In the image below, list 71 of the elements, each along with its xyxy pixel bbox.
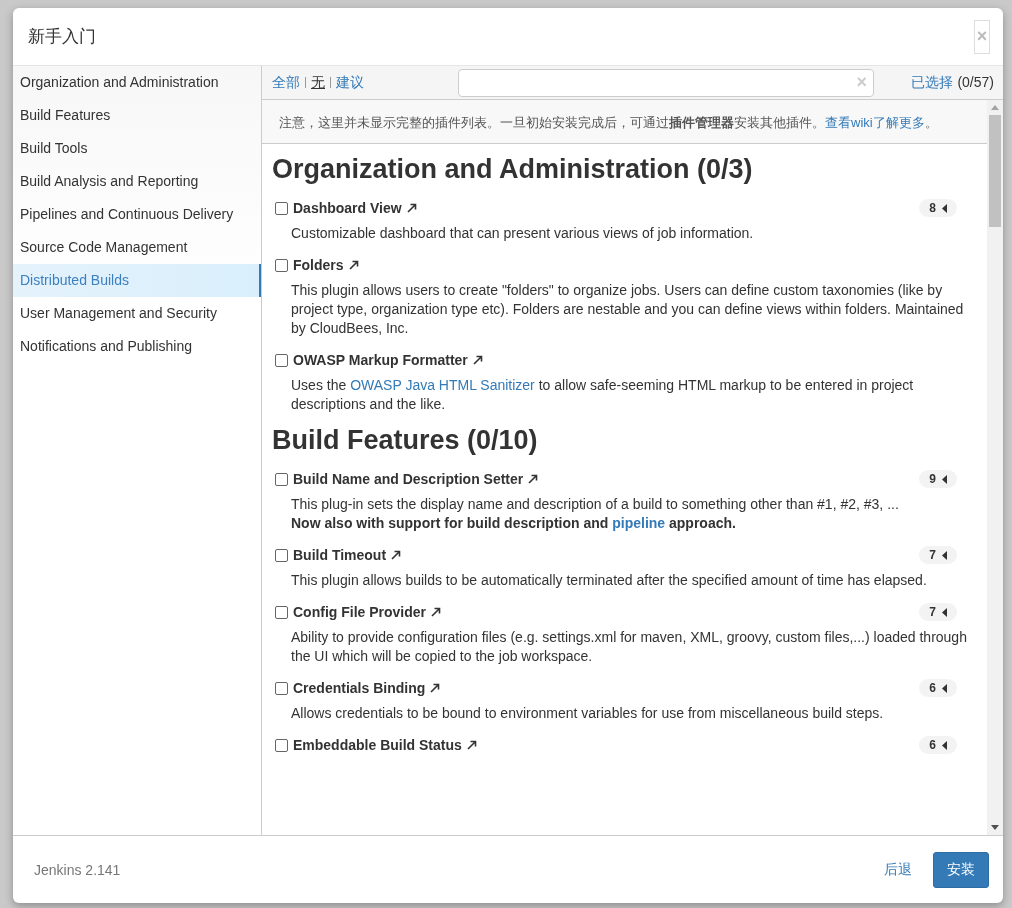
- caret-icon: [942, 203, 948, 213]
- sidebar-item[interactable]: User Management and Security: [13, 297, 261, 330]
- dependency-badge[interactable]: 8: [919, 199, 957, 217]
- dependency-badge[interactable]: 6: [919, 736, 957, 754]
- external-link-icon[interactable]: [348, 260, 359, 270]
- version-label: Jenkins 2.141: [34, 861, 121, 878]
- section-heading: Build Features (0/10): [272, 425, 539, 456]
- plugin-description: Allows credentials to be bound to environment variables for use from miscellaneous build steps.: [291, 704, 885, 723]
- dependency-badge[interactable]: 9: [919, 470, 957, 488]
- plugin-checkbox[interactable]: [275, 548, 288, 562]
- selected-count: (0/57): [957, 73, 994, 90]
- external-link-icon[interactable]: [431, 607, 441, 617]
- scroll-down-icon[interactable]: [991, 825, 999, 830]
- sidebar-item[interactable]: Notifications and Publishing: [13, 330, 261, 363]
- plugin-name[interactable]: OWASP Markup Formatter: [293, 352, 468, 368]
- dialog-title: 新手入门: [28, 26, 97, 48]
- plugin-name[interactable]: Credentials Binding: [293, 680, 426, 696]
- plugin-description: This plugin allows builds to be automatically terminated after the specified amount of time has elapsed.: [291, 571, 928, 590]
- sidebar-item[interactable]: Build Features: [13, 99, 261, 132]
- description-link[interactable]: pipeline: [612, 515, 666, 531]
- sidebar-item[interactable]: Source Code Management: [13, 231, 261, 264]
- section-heading: Organization and Administration (0/3): [272, 154, 754, 185]
- wiki-link[interactable]: 查看wiki了解更多: [825, 115, 925, 130]
- plugin-description: Ability to provide configuration files (e.g. settings.xml for maven, XML, groovy, custom files,...) loaded through the UI which will be copied to the job workspace.: [291, 628, 968, 666]
- plugin-description: This plug-in sets the display name and description of a build to something other than #1, #2, #3, ...: [291, 495, 900, 514]
- external-link-icon[interactable]: [472, 355, 483, 365]
- external-link-icon[interactable]: [466, 740, 477, 750]
- sidebar-item[interactable]: Build Tools: [13, 132, 261, 165]
- plugin-checkbox[interactable]: [275, 681, 288, 695]
- caret-icon: [942, 740, 948, 750]
- sidebar-item[interactable]: Build Analysis and Reporting: [13, 165, 261, 198]
- back-link[interactable]: 后退: [884, 860, 912, 879]
- plugin-description: Now also with support for build description and pipeline approach.: [291, 514, 737, 533]
- scrollbar[interactable]: [987, 100, 1003, 835]
- notice-text: 注意，这里并未显示完整的插件列表。一旦初始安装完成后，可通过插件管理器安装其他插件。查看wiki了解更多。: [279, 114, 939, 132]
- filter-link[interactable]: 全部: [272, 73, 300, 92]
- install-button[interactable]: 安装: [933, 851, 989, 888]
- caret-icon: [942, 683, 948, 693]
- plugin-name[interactable]: Config File Provider: [293, 604, 426, 620]
- caret-icon: [942, 607, 948, 617]
- plugin-name[interactable]: Embeddable Build Status: [293, 737, 462, 753]
- external-link-icon[interactable]: [430, 683, 441, 693]
- plugin-checkbox[interactable]: [275, 258, 288, 272]
- plugin-checkbox[interactable]: [275, 472, 288, 486]
- plugin-description: Uses the OWASP Java HTML Sanitizer to allow safe-seeming HTML markup to be entered in project descriptions and the like.: [291, 376, 915, 414]
- plugin-name[interactable]: Build Name and Description Setter: [293, 471, 524, 487]
- plugin-name[interactable]: Dashboard View: [293, 200, 402, 216]
- sidebar-item[interactable]: Organization and Administration: [13, 66, 261, 99]
- sidebar-item[interactable]: Pipelines and Continuous Delivery: [13, 198, 261, 231]
- plugin-name[interactable]: Folders: [293, 257, 344, 273]
- plugin-description: This plugin allows users to create "folders" to organize jobs. Users can define custom taxonomies (like by project type, organization type etc). Folders are nestable and you can define views within folders. Maintained by CloudBees, Inc.: [291, 281, 965, 338]
- caret-icon: [942, 474, 948, 484]
- sidebar-item[interactable]: Distributed Builds: [13, 264, 261, 297]
- external-link-icon[interactable]: [528, 474, 539, 484]
- external-link-icon[interactable]: [391, 550, 402, 560]
- plugin-description: Customizable dashboard that can present various views of job information.: [291, 224, 755, 243]
- dependency-badge[interactable]: 6: [919, 679, 957, 697]
- selected-link[interactable]: 已选择: [911, 73, 954, 90]
- filter-link[interactable]: 无: [311, 73, 325, 92]
- plugin-checkbox[interactable]: [275, 353, 288, 367]
- external-link-icon[interactable]: [406, 203, 417, 213]
- description-link[interactable]: OWASP Java HTML Sanitizer: [350, 377, 535, 393]
- dependency-badge[interactable]: 7: [919, 546, 957, 564]
- dependency-badge[interactable]: 7: [919, 603, 957, 621]
- plugin-checkbox[interactable]: [275, 605, 288, 619]
- scrollbar-thumb[interactable]: [989, 115, 1001, 227]
- plugin-checkbox[interactable]: [275, 201, 288, 215]
- plugin-checkbox[interactable]: [275, 738, 288, 752]
- filter-link[interactable]: 建议: [336, 73, 364, 92]
- plugin-name[interactable]: Build Timeout: [293, 547, 387, 563]
- caret-icon: [942, 550, 948, 560]
